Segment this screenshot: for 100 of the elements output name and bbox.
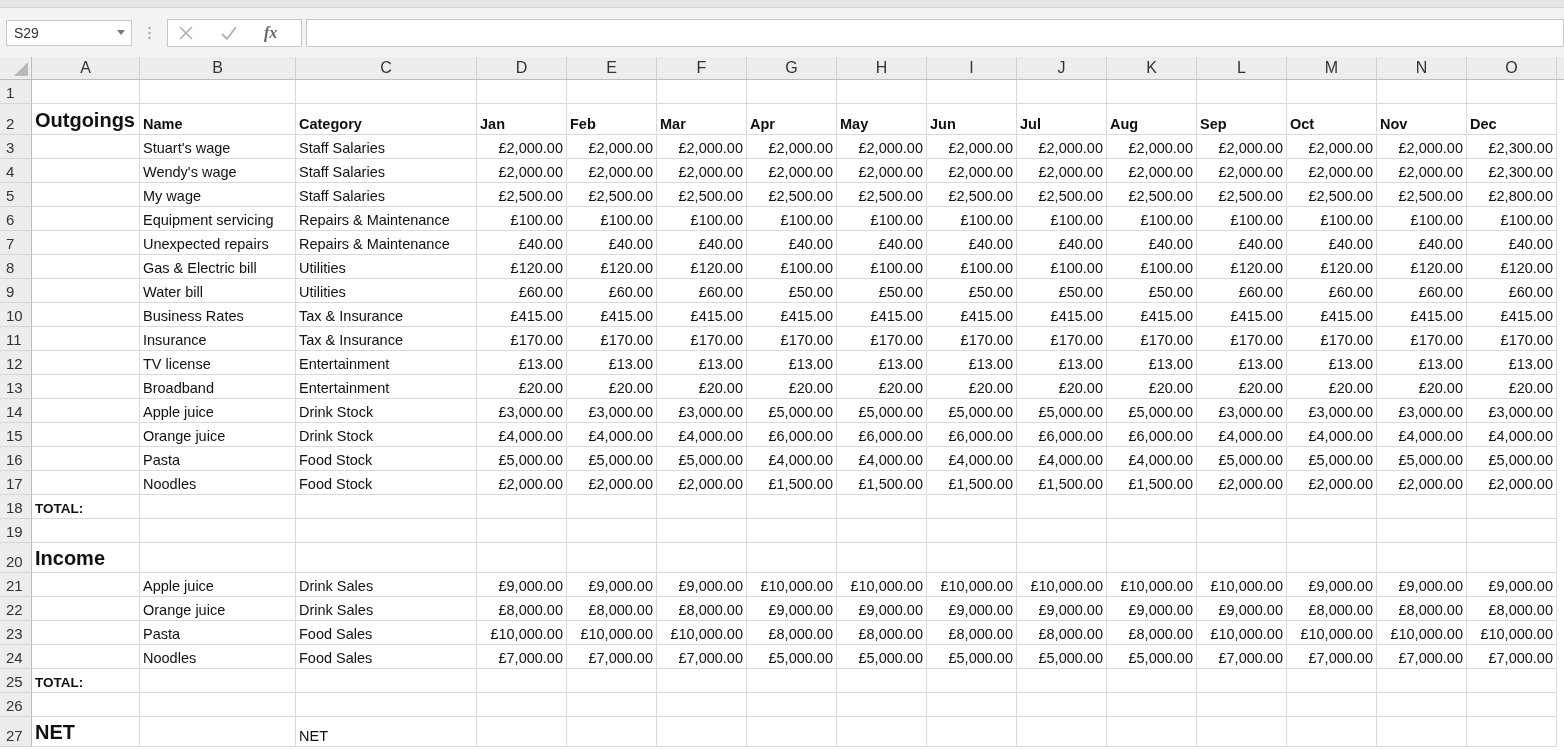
formula-input-field[interactable]	[306, 18, 1564, 47]
column-header[interactable]: C	[296, 57, 477, 79]
column-header[interactable]: E	[567, 57, 657, 79]
table-cell[interactable]	[32, 597, 140, 621]
table-cell[interactable]: Food Stock	[296, 471, 477, 495]
table-cell[interactable]: £2,000.00	[1467, 471, 1557, 495]
table-cell[interactable]: £1,500.00	[747, 471, 837, 495]
table-cell[interactable]: £8,000.00	[747, 621, 837, 645]
table-cell[interactable]	[32, 519, 140, 543]
table-cell[interactable]: £100.00	[837, 255, 927, 279]
table-cell[interactable]	[140, 693, 296, 717]
table-cell[interactable]: £40.00	[567, 231, 657, 255]
table-cell[interactable]: £100.00	[1467, 207, 1557, 231]
table-cell[interactable]: £40.00	[1107, 231, 1197, 255]
table-cell[interactable]: Entertainment	[296, 351, 477, 375]
table-cell[interactable]: £9,000.00	[1017, 597, 1107, 621]
table-cell[interactable]: £13.00	[1377, 351, 1467, 375]
table-cell[interactable]: £50.00	[837, 279, 927, 303]
table-cell[interactable]	[477, 717, 567, 747]
table-cell[interactable]: £3,000.00	[657, 399, 747, 423]
table-cell[interactable]: £20.00	[1197, 375, 1287, 399]
select-all-icon[interactable]	[14, 62, 28, 76]
table-cell[interactable]: £100.00	[1377, 207, 1467, 231]
table-cell[interactable]: £2,000.00	[1377, 471, 1467, 495]
table-cell[interactable]: £170.00	[477, 327, 567, 351]
table-cell[interactable]	[296, 80, 477, 104]
column-header[interactable]: O	[1467, 57, 1557, 79]
table-cell[interactable]: £40.00	[1287, 231, 1377, 255]
table-cell[interactable]: £40.00	[1017, 231, 1107, 255]
table-cell[interactable]	[1017, 543, 1107, 573]
row-number[interactable]: 9	[0, 279, 32, 303]
table-cell[interactable]	[140, 519, 296, 543]
table-cell[interactable]: £170.00	[837, 327, 927, 351]
table-cell[interactable]: £10,000.00	[1287, 621, 1377, 645]
column-title[interactable]: Jul	[1017, 104, 1107, 135]
table-cell[interactable]: £5,000.00	[747, 645, 837, 669]
table-cell[interactable]: £3,000.00	[1197, 399, 1287, 423]
table-cell[interactable]: £4,000.00	[927, 447, 1017, 471]
table-cell[interactable]	[927, 693, 1017, 717]
table-cell[interactable]: £2,000.00	[567, 471, 657, 495]
row-number[interactable]: 17	[0, 471, 32, 495]
table-cell[interactable]: £40.00	[477, 231, 567, 255]
table-cell[interactable]	[1107, 669, 1197, 693]
row-number[interactable]: 27	[0, 717, 32, 747]
table-cell[interactable]: £4,000.00	[837, 447, 927, 471]
table-cell[interactable]: £415.00	[567, 303, 657, 327]
table-cell[interactable]: £2,000.00	[1197, 135, 1287, 159]
table-cell[interactable]: £2,500.00	[477, 183, 567, 207]
table-cell[interactable]: £170.00	[657, 327, 747, 351]
row-number[interactable]: 15	[0, 423, 32, 447]
table-cell[interactable]: £170.00	[1467, 327, 1557, 351]
table-cell[interactable]: £4,000.00	[1017, 447, 1107, 471]
table-cell[interactable]: £170.00	[927, 327, 1017, 351]
table-cell[interactable]	[296, 519, 477, 543]
table-cell[interactable]: £9,000.00	[1197, 597, 1287, 621]
table-cell[interactable]: Tax & Insurance	[296, 327, 477, 351]
table-cell[interactable]: Equipment servicing	[140, 207, 296, 231]
table-cell[interactable]: £10,000.00	[1197, 621, 1287, 645]
table-cell[interactable]	[927, 717, 1017, 747]
table-cell[interactable]: £20.00	[477, 375, 567, 399]
table-cell[interactable]	[567, 717, 657, 747]
table-cell[interactable]: £20.00	[837, 375, 927, 399]
table-cell[interactable]: £9,000.00	[1377, 573, 1467, 597]
table-cell[interactable]	[1467, 495, 1557, 519]
table-cell[interactable]: £2,500.00	[1017, 183, 1107, 207]
table-cell[interactable]	[32, 183, 140, 207]
row-number[interactable]: 26	[0, 693, 32, 717]
table-cell[interactable]: £120.00	[1287, 255, 1377, 279]
table-cell[interactable]	[32, 207, 140, 231]
table-cell[interactable]	[1377, 669, 1467, 693]
table-cell[interactable]: £3,000.00	[1467, 399, 1557, 423]
table-cell[interactable]: £9,000.00	[1467, 573, 1557, 597]
table-cell[interactable]: £8,000.00	[837, 621, 927, 645]
table-cell[interactable]: £10,000.00	[927, 573, 1017, 597]
row-number[interactable]: 24	[0, 645, 32, 669]
table-cell[interactable]	[657, 495, 747, 519]
table-cell[interactable]: £13.00	[747, 351, 837, 375]
table-cell[interactable]: £40.00	[1467, 231, 1557, 255]
table-cell[interactable]: £40.00	[1377, 231, 1467, 255]
table-cell[interactable]: £60.00	[657, 279, 747, 303]
table-cell[interactable]: £100.00	[837, 207, 927, 231]
table-cell[interactable]: £5,000.00	[1107, 645, 1197, 669]
table-cell[interactable]	[32, 303, 140, 327]
table-cell[interactable]: £5,000.00	[477, 447, 567, 471]
table-cell[interactable]: £10,000.00	[657, 621, 747, 645]
table-cell[interactable]	[1377, 80, 1467, 104]
table-cell[interactable]: £13.00	[1017, 351, 1107, 375]
table-cell[interactable]: £415.00	[1107, 303, 1197, 327]
table-cell[interactable]: £2,000.00	[1107, 159, 1197, 183]
column-header[interactable]: H	[837, 57, 927, 79]
table-cell[interactable]	[1197, 495, 1287, 519]
table-cell[interactable]: £5,000.00	[1197, 447, 1287, 471]
table-cell[interactable]: £2,500.00	[1197, 183, 1287, 207]
table-cell[interactable]: £40.00	[1197, 231, 1287, 255]
table-cell[interactable]: £170.00	[747, 327, 837, 351]
table-cell[interactable]: £8,000.00	[1017, 621, 1107, 645]
table-cell[interactable]	[1287, 80, 1377, 104]
table-cell[interactable]	[1287, 543, 1377, 573]
table-cell[interactable]: Wendy's wage	[140, 159, 296, 183]
row-number[interactable]: 10	[0, 303, 32, 327]
